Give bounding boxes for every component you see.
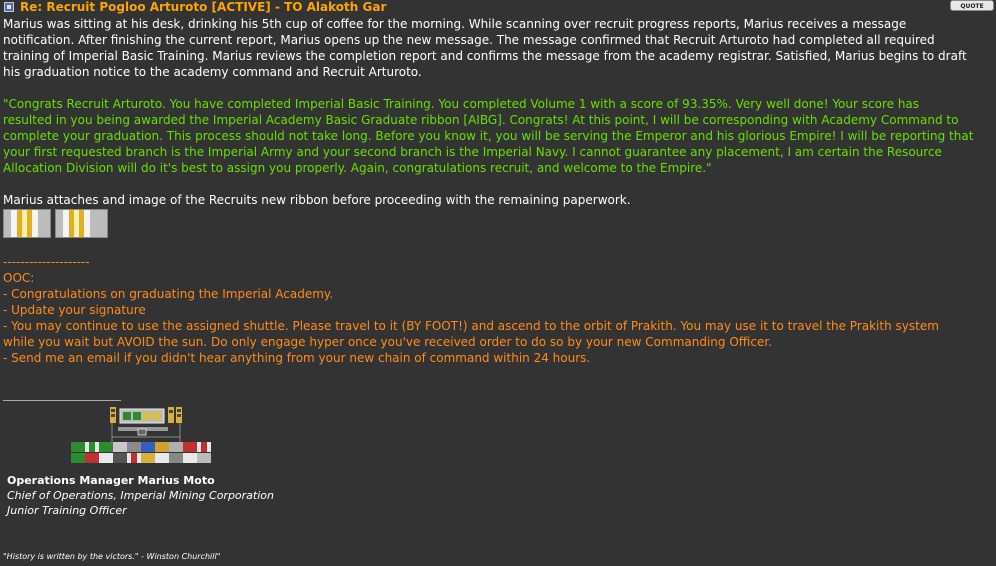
ribbon-left <box>3 209 51 238</box>
signature-divider <box>3 400 121 401</box>
ooc-separator: -------------------- <box>3 255 90 269</box>
forum-post: Re: Recruit Pogloo Arturoto [ACTIVE] - T… <box>0 0 996 566</box>
ribbon-rack-image <box>71 442 211 463</box>
signature-role: Chief of Operations, Imperial Mining Cor… <box>7 489 274 502</box>
quote-button[interactable]: QUOTE <box>950 0 994 11</box>
ooc-item: - Congratulations on graduating the Impe… <box>3 287 334 301</box>
message-text: "Congrats Recruit Arturoto. You have com… <box>3 97 974 175</box>
post-icon <box>4 2 14 12</box>
signature-role: Junior Training Officer <box>7 504 127 517</box>
ooc-item: - You may continue to use the assigned s… <box>3 319 939 349</box>
narrative-text: Marius was sitting at his desk, drinking… <box>3 17 967 79</box>
post-title: Re: Recruit Pogloo Arturoto [ACTIVE] - T… <box>20 0 387 14</box>
ooc-item: - Send me an email if you didn't hear an… <box>3 351 591 365</box>
ooc-item: - Update your signature <box>3 303 146 317</box>
ribbon-image <box>3 209 108 238</box>
rank-insignia-image <box>110 407 182 443</box>
post-header: Re: Recruit Pogloo Arturoto [ACTIVE] - T… <box>4 0 386 14</box>
signature-name: Operations Manager Marius Moto <box>7 474 215 487</box>
ribbon-right <box>55 209 108 238</box>
attachment-note: Marius attaches and image of the Recruit… <box>3 193 631 207</box>
ooc-heading: OOC: <box>3 271 35 285</box>
signature-quote: "History is written by the victors." - W… <box>3 552 221 561</box>
